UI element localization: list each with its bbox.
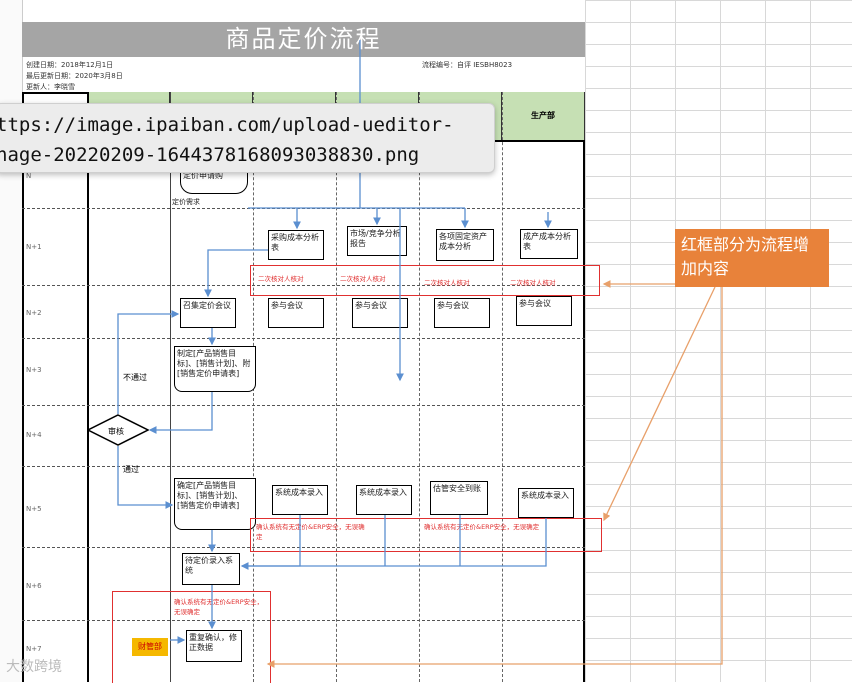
url-tooltip: ttps://image.ipaiban.com/upload-ueditor-… (0, 103, 495, 173)
tooltip-line-1: ttps://image.ipaiban.com/upload-ueditor- (0, 114, 454, 136)
annotation-callout: 红框部分为流程增加内容 (675, 229, 829, 287)
tooltip-line-2: nage-20220209-1644378168093038830.png (0, 144, 420, 166)
watermark: 大数跨境 (6, 659, 62, 675)
spreadsheet: 商品定价流程 创建日期：2018年12月1日 最后更新日期：2020年3月8日 … (0, 0, 852, 683)
